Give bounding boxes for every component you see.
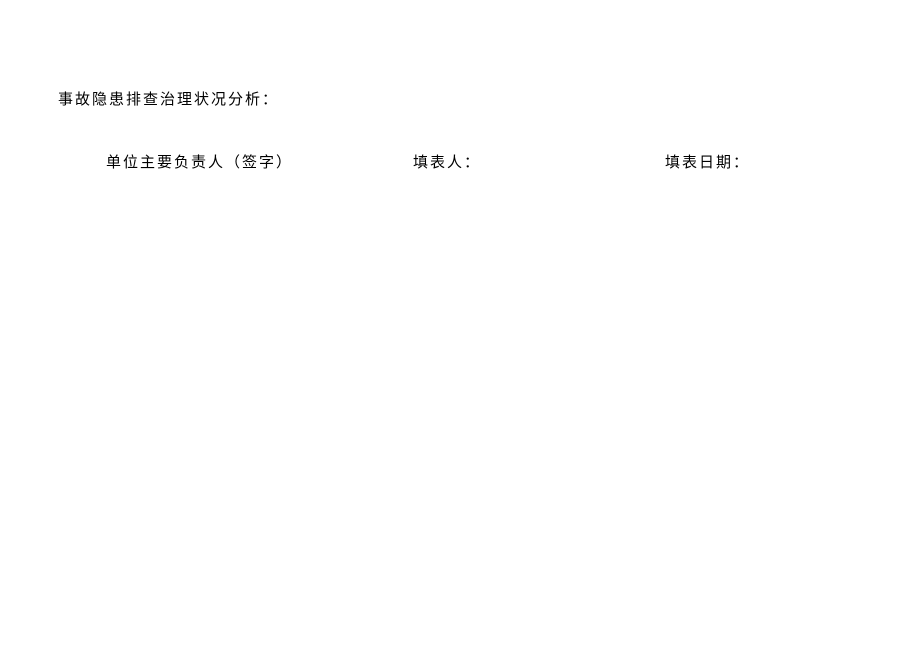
document-page: 事故隐患排查治理状况分析： 单位主要负责人（签字） 填表人： 填表日期： xyxy=(0,0,920,172)
date-label: 填表日期： xyxy=(665,151,750,172)
section-title: 事故隐患排查治理状况分析： xyxy=(58,88,862,109)
signature-row: 单位主要负责人（签字） 填表人： 填表日期： xyxy=(58,151,862,172)
responsible-person-label: 单位主要负责人（签字） xyxy=(106,151,293,172)
preparer-label: 填表人： xyxy=(413,151,481,172)
